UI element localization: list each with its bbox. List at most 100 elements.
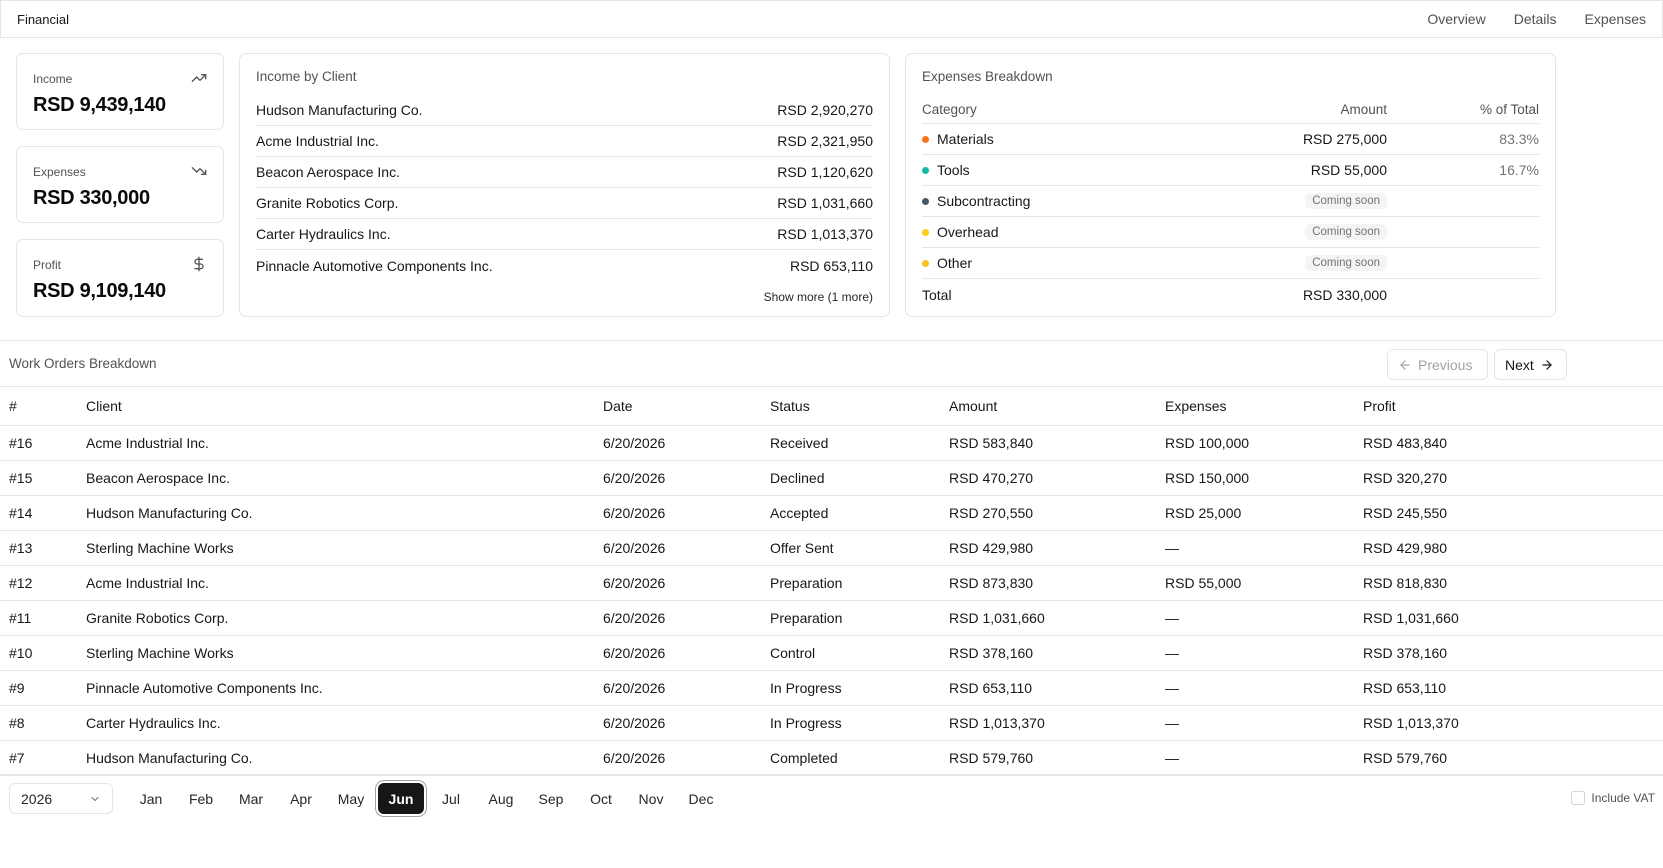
client-row: Hudson Manufacturing Co. RSD 2,920,270 [256, 95, 873, 126]
table-row[interactable]: #8 Carter Hydraulics Inc. 6/20/2026 In P… [0, 705, 1663, 741]
table-row[interactable]: #9 Pinnacle Automotive Components Inc. 6… [0, 670, 1663, 706]
order-status: In Progress [770, 705, 949, 741]
order-amount: RSD 270,550 [949, 495, 1165, 531]
order-id: #13 [0, 530, 86, 566]
coming-soon-badge: Coming soon [1305, 255, 1387, 271]
year-select[interactable]: 2026 [9, 783, 113, 814]
month-nov[interactable]: Nov [628, 783, 674, 814]
table-row[interactable]: #10 Sterling Machine Works 6/20/2026 Con… [0, 635, 1663, 671]
order-expenses: — [1165, 670, 1363, 706]
order-client: Pinnacle Automotive Components Inc. [86, 670, 603, 706]
month-jun[interactable]: Jun [378, 783, 424, 814]
include-vat-checkbox[interactable] [1571, 791, 1586, 805]
order-amount: RSD 378,160 [949, 635, 1165, 671]
month-mar[interactable]: Mar [228, 783, 274, 814]
month-tabs: Jan Feb Mar Apr May Jun Jul Aug Sep Oct … [128, 783, 724, 814]
month-dec[interactable]: Dec [678, 783, 724, 814]
expense-amount: RSD 55,000 [1310, 162, 1387, 178]
total-label: Total [922, 286, 952, 303]
nav-details[interactable]: Details [1514, 11, 1557, 27]
order-amount: RSD 653,110 [949, 670, 1165, 706]
order-profit: RSD 320,270 [1363, 460, 1663, 496]
client-amount: RSD 1,031,660 [777, 195, 873, 211]
order-client: Hudson Manufacturing Co. [86, 740, 603, 776]
top-nav: Overview Details Expenses [1427, 11, 1646, 27]
order-id: #8 [0, 705, 86, 741]
order-date: 6/20/2026 [603, 600, 770, 636]
order-expenses: — [1165, 635, 1363, 671]
nav-overview[interactable]: Overview [1427, 11, 1485, 27]
order-expenses: RSD 150,000 [1165, 460, 1363, 496]
table-row[interactable]: #12 Acme Industrial Inc. 6/20/2026 Prepa… [0, 565, 1663, 601]
client-amount: RSD 2,920,270 [777, 102, 873, 118]
order-id: #11 [0, 600, 86, 636]
month-oct[interactable]: Oct [578, 783, 624, 814]
order-profit: RSD 1,031,660 [1363, 600, 1663, 636]
table-row[interactable]: #11 Granite Robotics Corp. 6/20/2026 Pre… [0, 600, 1663, 636]
category-name: Other [937, 255, 973, 271]
client-row: Acme Industrial Inc. RSD 2,321,950 [256, 126, 873, 157]
order-id: #12 [0, 565, 86, 601]
client-row: Pinnacle Automotive Components Inc. RSD … [256, 250, 873, 281]
expense-row: Other Coming soon [922, 248, 1539, 279]
month-aug[interactable]: Aug [478, 783, 524, 814]
month-jan[interactable]: Jan [128, 783, 174, 814]
col-expenses: Expenses [1165, 387, 1363, 426]
arrow-right-icon [1542, 359, 1552, 370]
month-sep[interactable]: Sep [528, 783, 574, 814]
client-amount: RSD 1,120,620 [777, 164, 873, 180]
pct-header: % of Total [1479, 102, 1539, 117]
order-amount: RSD 1,031,660 [949, 600, 1165, 636]
col-profit: Profit [1363, 387, 1663, 426]
client-amount: RSD 1,013,370 [777, 226, 873, 242]
include-vat-label: Include VAT [1591, 791, 1655, 805]
next-button[interactable]: Next [1494, 349, 1567, 380]
table-row[interactable]: #16 Acme Industrial Inc. 6/20/2026 Recei… [0, 425, 1663, 461]
expense-total-row: Total RSD 330,000 [922, 279, 1539, 310]
order-status: In Progress [770, 670, 949, 706]
table-row[interactable]: #13 Sterling Machine Works 6/20/2026 Off… [0, 530, 1663, 566]
category-dot-icon [922, 228, 929, 236]
month-jul[interactable]: Jul [428, 783, 474, 814]
order-date: 6/20/2026 [603, 705, 770, 741]
category-dot-icon [922, 135, 929, 143]
nav-expenses[interactable]: Expenses [1585, 11, 1646, 27]
client-name: Pinnacle Automotive Components Inc. [256, 257, 493, 274]
month-may[interactable]: May [328, 783, 374, 814]
expense-amount: RSD 275,000 [1302, 131, 1387, 147]
expense-pct: 83.3% [1499, 131, 1539, 147]
income-label: Income [33, 72, 73, 86]
dollar-icon [194, 256, 204, 272]
previous-button[interactable]: Previous [1387, 349, 1488, 380]
order-status: Accepted [770, 495, 949, 531]
order-expenses: RSD 100,000 [1165, 425, 1363, 461]
table-row[interactable]: #15 Beacon Aerospace Inc. 6/20/2026 Decl… [0, 460, 1663, 496]
amount-header: Amount [1340, 102, 1387, 117]
show-more-link[interactable]: Show more (1 more) [764, 290, 873, 304]
client-name: Acme Industrial Inc. [256, 133, 379, 149]
table-row[interactable]: #7 Hudson Manufacturing Co. 6/20/2026 Co… [0, 740, 1663, 776]
order-date: 6/20/2026 [603, 530, 770, 566]
trending-down-icon [191, 167, 207, 175]
include-vat-toggle[interactable]: Include VAT [1571, 791, 1655, 805]
month-feb[interactable]: Feb [178, 783, 224, 814]
chevron-down-icon [91, 796, 99, 801]
order-id: #10 [0, 635, 86, 671]
year-value: 2026 [21, 790, 53, 807]
expense-row: Overhead Coming soon [922, 217, 1539, 248]
col-status: Status [770, 387, 949, 426]
order-amount: RSD 429,980 [949, 530, 1165, 566]
client-name: Carter Hydraulics Inc. [256, 226, 391, 242]
order-status: Declined [770, 460, 949, 496]
table-row[interactable]: #14 Hudson Manufacturing Co. 6/20/2026 A… [0, 495, 1663, 531]
client-row: Granite Robotics Corp. RSD 1,031,660 [256, 188, 873, 219]
next-label: Next [1505, 356, 1534, 373]
order-status: Completed [770, 740, 949, 776]
col-amount: Amount [949, 387, 1165, 426]
month-apr[interactable]: Apr [278, 783, 324, 814]
order-amount: RSD 579,760 [949, 740, 1165, 776]
order-client: Hudson Manufacturing Co. [86, 495, 603, 531]
expense-row: Subcontracting Coming soon [922, 186, 1539, 217]
order-date: 6/20/2026 [603, 425, 770, 461]
footer-bar: 2026 Jan Feb Mar Apr May Jun Jul Aug Sep… [0, 774, 1663, 868]
